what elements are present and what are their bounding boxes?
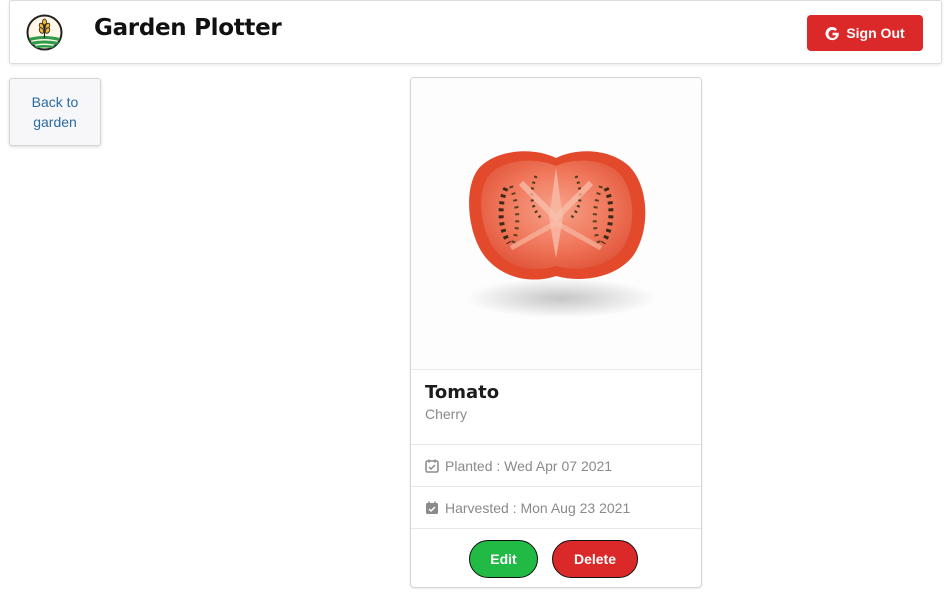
calendar-check-icon [426, 501, 438, 514]
harvested-date: Harvested : Mon Aug 23 2021 [445, 499, 631, 516]
plant-name: Tomato [425, 382, 500, 403]
wheat-field-logo-icon [26, 14, 63, 51]
google-icon [825, 26, 840, 40]
edit-button[interactable]: Edit [469, 540, 538, 578]
calendar-check-icon [425, 459, 439, 473]
tomato-slice-image [466, 151, 656, 318]
card-actions: Edit Delete [411, 528, 701, 587]
planted-date-row: Planted : Wed Apr 07 2021 [411, 444, 701, 486]
plant-card: Tomato Cherry Planted : Wed Apr 07 2021 … [410, 77, 702, 588]
delete-button[interactable]: Delete [552, 540, 638, 578]
sign-out-label: Sign Out [846, 25, 905, 41]
planted-date: Planted : Wed Apr 07 2021 [445, 457, 613, 474]
harvested-date-row: Harvested : Mon Aug 23 2021 [411, 486, 701, 528]
plant-info: Tomato Cherry [411, 369, 701, 444]
plant-variety: Cherry [425, 406, 468, 422]
back-to-garden-button[interactable]: Back to garden [9, 78, 101, 146]
app-title: Garden Plotter [94, 15, 282, 41]
app-header: Garden Plotter Sign Out [9, 0, 942, 64]
plant-image [411, 78, 701, 369]
sign-out-button[interactable]: Sign Out [807, 15, 923, 51]
